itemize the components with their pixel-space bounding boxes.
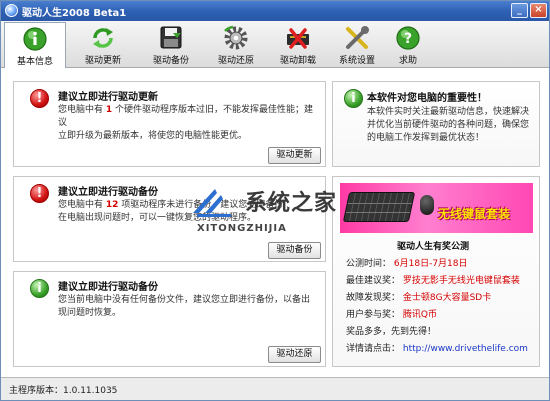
panel-title: 本软件对您电脑的重要性！ [367, 93, 487, 104]
info-status-icon: i [344, 89, 363, 108]
row-value: 腾讯Q币 [402, 310, 437, 320]
status-bar: 主程序版本：1.0.11.1035 [1, 377, 549, 400]
version-info: 主程序版本：1.0.11.1035 [9, 383, 117, 396]
driver-backup-button[interactable]: 驱动备份 [268, 242, 321, 259]
unbacked-driver-count: 12 [105, 200, 119, 210]
importance-panel: i 本软件对您电脑的重要性！ 本软件实时关注最新驱动信息，快速解决 并优化当前硬… [332, 81, 540, 167]
ad-slogan: 奖品多多，先到先得！ [346, 327, 437, 337]
info-icon [23, 27, 47, 51]
ad-details-row: 详情请点击： http://www.drivethelife.com [346, 341, 528, 354]
version-number: 1.0.11.1035 [63, 386, 118, 396]
driver-update-button[interactable]: 驱动更新 [268, 147, 321, 164]
description-text: 本软件实时关注最新驱动信息，快速解决 [367, 107, 530, 117]
description-text: 您当前电脑中没有任何备份文件，建议您立即进行备份，以备出 [58, 295, 311, 305]
row-value: 6月18日-7月18日 [393, 259, 468, 269]
close-button[interactable]: × [530, 3, 547, 18]
panel-description: 本软件实时关注最新驱动信息，快速解决 并优化当前硬件驱动的各种问题，确保您 的电… [367, 106, 537, 145]
outdated-driver-count: 1 [105, 105, 113, 115]
description-text: 您电脑中有 [58, 200, 104, 210]
tab-label: 驱动还原 [217, 56, 254, 66]
tab-basic-info[interactable]: 基本信息 [4, 22, 66, 68]
row-value: 罗技无影手无线光电键鼠套装 [402, 276, 520, 286]
main-window: 驱动人生2008 Beta1 _ × 基本信息 驱动更新 驱动备份 驱动还原 驱… [0, 0, 550, 401]
ad-row-participation: 用户参与奖： 腾讯Q币 [346, 307, 437, 320]
tab-driver-restore[interactable]: 驱动还原 [205, 22, 267, 67]
ad-row-bug-report: 故障发现奖： 金士顿8G大容量SD卡 [346, 290, 491, 303]
warning-alert-icon: ! [30, 89, 49, 108]
description-text: 您电脑中有 [58, 105, 104, 115]
help-icon: ? [396, 26, 420, 50]
restore-panel: i 建议立即进行驱动备份 您当前电脑中没有任何备份文件，建议您立即进行备份，以备… [13, 271, 326, 367]
tab-label: 求助 [398, 56, 417, 66]
info-status-icon: i [30, 279, 49, 298]
tab-label: 驱动更新 [84, 56, 121, 66]
description-text: 在电脑出现问题时，可以一键恢复您的驱动程序。 [58, 213, 257, 223]
panel-description: 您当前电脑中没有任何备份文件，建议您立即进行备份，以备出 现问题时恢复。 [58, 294, 322, 320]
refresh-icon [93, 28, 113, 48]
banner-text: 无线键鼠套装 [438, 207, 511, 221]
details-link[interactable]: http://www.drivethelife.com [403, 344, 528, 354]
row-label: 公测时间： [346, 259, 392, 269]
description-text: 现问题时恢复。 [58, 308, 122, 318]
tab-label: 驱动备份 [152, 56, 189, 66]
tab-driver-update[interactable]: 驱动更新 [72, 22, 134, 67]
tab-label: 驱动卸载 [279, 56, 316, 66]
panel-title: 建议立即进行驱动备份 [58, 187, 158, 198]
window-title: 驱动人生2008 Beta1 [22, 8, 127, 19]
tab-driver-backup[interactable]: 驱动备份 [140, 22, 202, 67]
tools-icon [346, 26, 369, 49]
uninstall-icon [287, 28, 309, 49]
row-label: 详情请点击： [346, 344, 401, 354]
row-label: 用户参与奖： [346, 310, 401, 320]
description-text: 的电脑工作发挥到最优状态！ [367, 133, 485, 143]
tab-label: 基本信息 [16, 57, 53, 67]
ad-row-period: 公测时间： 6月18日-7月18日 [346, 256, 468, 269]
app-logo-icon [5, 4, 18, 17]
ad-row-best-suggestion: 最佳建议奖： 罗技无影手无线光电键鼠套装 [346, 273, 520, 286]
description-text: 立即升级为最新版本，将使您的电脑性能更优。 [58, 131, 248, 141]
row-label: 最佳建议奖： [346, 276, 401, 286]
ad-title: 驱动人生有奖公测 [397, 242, 470, 252]
warning-alert-icon: ! [30, 184, 49, 203]
row-label: 故障发现奖： [346, 293, 401, 303]
ad-banner[interactable]: 无线键鼠套装 [340, 183, 533, 233]
row-value: 金士顿8G大容量SD卡 [402, 293, 492, 303]
keyboard-icon [342, 192, 416, 222]
tab-driver-uninstall[interactable]: 驱动卸载 [267, 22, 329, 67]
panel-description: 您电脑中有 1 个硬件驱动程序版本过旧，不能发挥最佳性能；建议 立即升级为最新版… [58, 104, 322, 143]
description-text: 并优化当前硬件驱动的各种问题，确保您 [367, 120, 530, 130]
minimize-button[interactable]: _ [511, 3, 528, 18]
tab-help[interactable]: ? 求助 [377, 22, 439, 67]
description-text: 项驱动程序未进行备份，建议您立即备份 [121, 200, 284, 210]
panel-title: 建议立即进行驱动备份 [58, 282, 158, 293]
panel-title: 建议立即进行驱动更新 [58, 92, 158, 103]
svg-text:?: ? [404, 31, 412, 47]
backup-panel: ! 建议立即进行驱动备份 您电脑中有 12 项驱动程序未进行备份，建议您立即备份… [13, 176, 326, 262]
restore-gear-icon [224, 25, 248, 50]
driver-restore-button[interactable]: 驱动还原 [268, 346, 321, 363]
panel-description: 您电脑中有 12 项驱动程序未进行备份，建议您立即备份 在电脑出现问题时，可以一… [58, 199, 322, 225]
mouse-icon [420, 195, 434, 215]
update-panel: ! 建议立即进行驱动更新 您电脑中有 1 个硬件驱动程序版本过旧，不能发挥最佳性… [13, 81, 326, 167]
version-label: 主程序版本： [9, 386, 64, 396]
save-icon [160, 26, 182, 49]
main-toolbar: 基本信息 驱动更新 驱动备份 驱动还原 驱动卸载 系统设置 ? 求助 [1, 21, 549, 68]
title-bar[interactable]: 驱动人生2008 Beta1 _ × [1, 1, 549, 21]
